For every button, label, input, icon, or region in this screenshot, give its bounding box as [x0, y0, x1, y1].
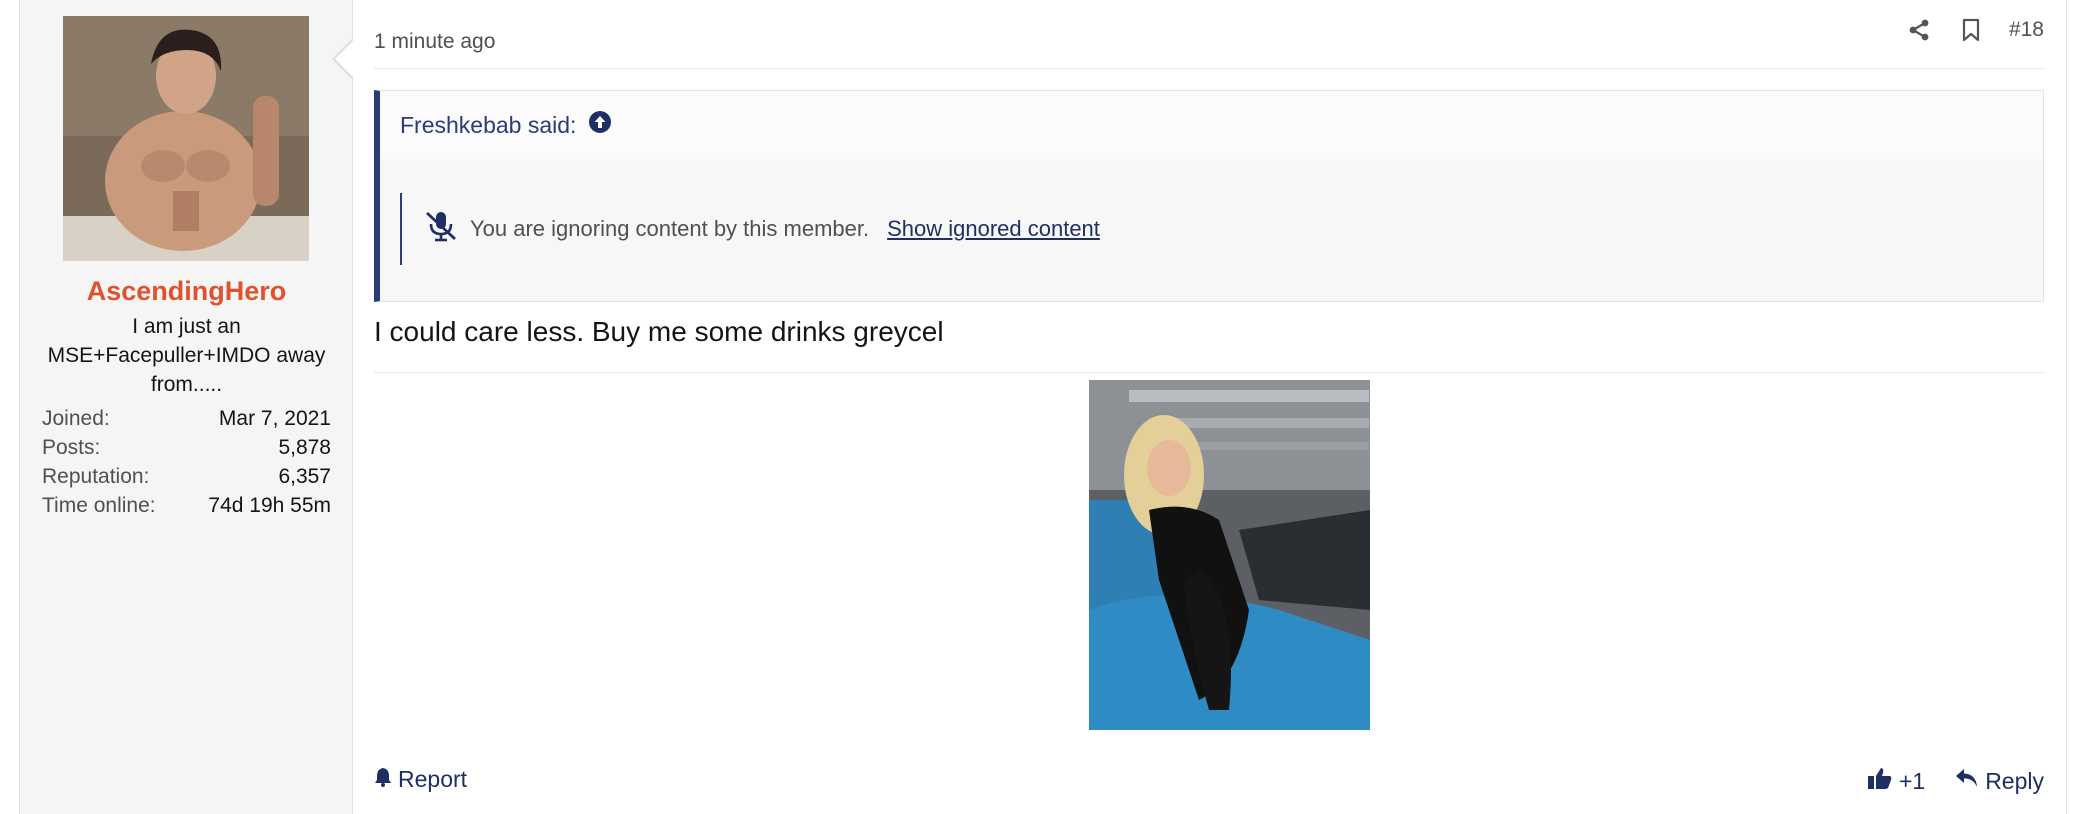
reaction-button[interactable]: +1: [1867, 766, 1925, 796]
stat-posts: Posts: 5,878: [42, 433, 331, 462]
share-icon[interactable]: [1905, 16, 1933, 44]
stat-value: Mar 7, 2021: [218, 407, 331, 430]
user-avatar[interactable]: [63, 16, 309, 261]
reaction-count: +1: [1898, 767, 1926, 794]
forum-post: AscendingHero I am just an MSE+Facepulle…: [20, 0, 2066, 814]
post-number-link[interactable]: #18: [2009, 18, 2044, 42]
attached-image[interactable]: [1089, 380, 1370, 730]
stat-value: 5,878: [278, 436, 331, 459]
stat-value: 6,357: [278, 465, 331, 488]
stat-reputation: Reputation: 6,357: [42, 462, 331, 491]
microphone-slash-icon: [424, 210, 458, 248]
post-time-link[interactable]: 1 minute ago: [374, 30, 495, 54]
ignored-text: You are ignoring content by this member.: [470, 216, 870, 241]
stat-label: Joined:: [42, 407, 110, 430]
username-link[interactable]: AscendingHero: [20, 276, 353, 307]
bell-icon: [374, 766, 392, 793]
reply-button[interactable]: Reply: [1955, 767, 2044, 795]
quote-body: You are ignoring content by this member.…: [380, 159, 2043, 302]
bookmark-icon[interactable]: [1957, 16, 1985, 44]
report-label: Report: [398, 766, 468, 792]
reply-icon: [1955, 767, 1979, 795]
quote-author-link[interactable]: Freshkebab said:: [400, 112, 576, 139]
stat-value: 74d 19h 55m: [208, 494, 331, 517]
reply-label: Reply: [1985, 767, 2044, 794]
post-main: 1 minute ago #18 Freshkebab said: You ar…: [354, 0, 2066, 814]
stat-label: Posts:: [42, 436, 101, 459]
user-title: I am just an MSE+Facepuller+IMDO away fr…: [47, 315, 326, 396]
post-header-actions: #18: [1905, 16, 2044, 44]
post-message: I could care less. Buy me some drinks gr…: [374, 316, 944, 347]
thumbs-up-icon: [1867, 766, 1893, 796]
user-sidebar: AscendingHero I am just an MSE+Facepulle…: [20, 0, 353, 814]
stat-label: Reputation:: [42, 465, 150, 488]
stat-label: Time online:: [42, 494, 156, 517]
header-divider: [374, 68, 2044, 69]
show-ignored-content-link[interactable]: Show ignored content: [887, 216, 1100, 242]
post-footer-actions: +1 Reply: [1867, 766, 2044, 796]
arrow-circle-up-icon[interactable]: [588, 110, 612, 140]
stat-time-online: Time online: 74d 19h 55m: [42, 491, 331, 520]
ignored-content-notice: You are ignoring content by this member.…: [400, 193, 1100, 265]
stat-joined: Joined: Mar 7, 2021: [42, 404, 331, 433]
speech-arrow-fill: [335, 40, 354, 78]
quote-block: Freshkebab said: You are ignoring conten…: [374, 90, 2044, 302]
report-button[interactable]: Report: [374, 766, 467, 793]
right-gutter: [2066, 0, 2095, 814]
user-stats: Joined: Mar 7, 2021 Posts: 5,878 Reputat…: [42, 404, 331, 520]
left-gutter: [0, 0, 20, 814]
thread-page: AscendingHero I am just an MSE+Facepulle…: [0, 0, 2095, 814]
body-divider: [374, 372, 2044, 373]
quote-title: Freshkebab said:: [380, 91, 2043, 159]
